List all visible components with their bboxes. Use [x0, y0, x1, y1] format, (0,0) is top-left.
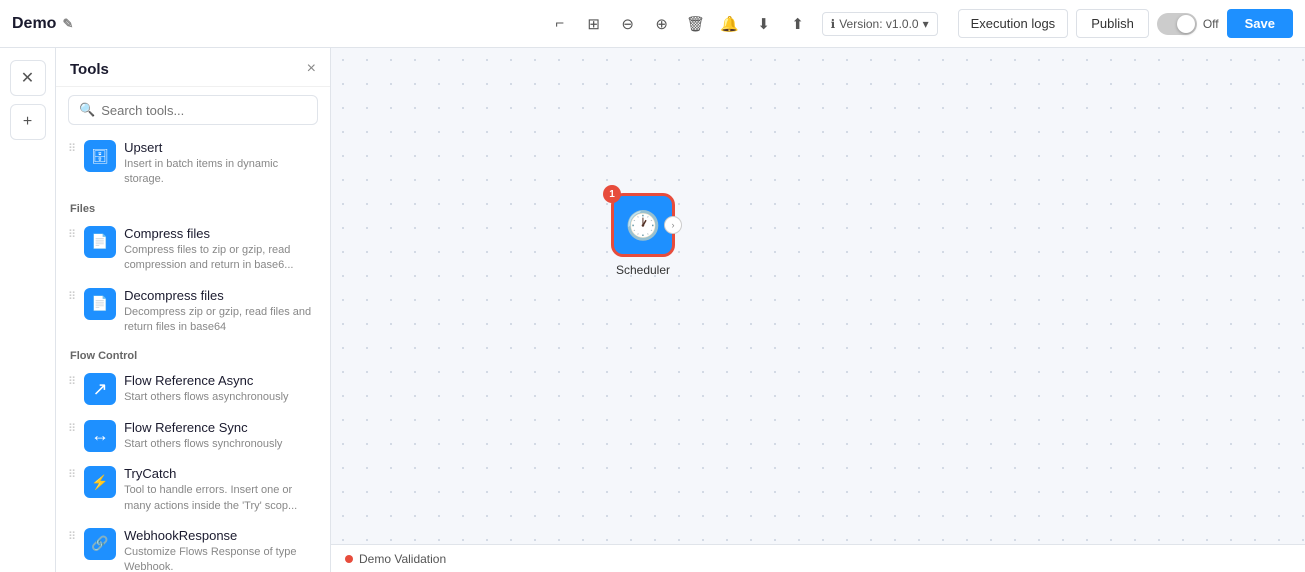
tool-name: Decompress files [124, 288, 318, 303]
tool-icon: ↔ [84, 420, 116, 452]
drag-handle-icon: ⠿ [68, 140, 76, 155]
tool-icon: ⚡ [84, 466, 116, 498]
list-item[interactable]: ⠿ ↗ Flow Reference Async Start others fl… [56, 366, 330, 412]
drag-handle-icon: ⠿ [68, 373, 76, 388]
version-badge[interactable]: ℹ Version: v1.0.0 ▾ [822, 12, 938, 36]
drag-handle-icon: ⠿ [68, 288, 76, 303]
flow-icon-btn[interactable]: ⌐ [544, 8, 576, 40]
tool-description: Customize Flows Response of type Webhook… [124, 545, 318, 572]
toggle-switch[interactable] [1157, 13, 1197, 35]
list-item[interactable]: ⠿ ⚡ TryCatch Tool to handle errors. Inse… [56, 459, 330, 521]
toggle-label: Off [1203, 17, 1219, 31]
node-output-connector[interactable]: › [664, 216, 682, 234]
validation-error-dot [345, 555, 353, 563]
tools-search-input[interactable] [101, 103, 307, 118]
tool-name: WebhookResponse [124, 528, 318, 543]
bell-icon-btn[interactable]: 🔔 [714, 8, 746, 40]
tools-search-bar: 🔍 [68, 95, 318, 125]
save-button[interactable]: Save [1227, 9, 1293, 38]
tools-header: Tools × [56, 48, 330, 87]
search-icon: 🔍 [79, 102, 95, 118]
node-error-badge: 1 [603, 185, 621, 203]
topbar-right: Execution logs Publish Off Save [958, 9, 1293, 38]
topbar: Demo ✎ ⌐ ⊞ ⊖ ⊕ 🗑 🔔 ⬇ ⬆ ℹ Version: v1.0.0… [0, 0, 1305, 48]
validation-label: Demo Validation [359, 552, 446, 566]
tool-icon: 📄 [84, 288, 116, 320]
drag-handle-icon: ⠿ [68, 420, 76, 435]
list-item[interactable]: ⠿ 📄 Decompress files Decompress zip or g… [56, 281, 330, 343]
tool-name: Flow Reference Sync [124, 420, 318, 435]
tool-description: Start others flows asynchronously [124, 390, 318, 405]
section-header-flow-control: Flow Control [56, 342, 330, 366]
tool-description: Decompress zip or gzip, read files and r… [124, 305, 318, 336]
list-item[interactable]: ⠿ 🗄 Upsert Insert in batch items in dyna… [56, 133, 330, 195]
tools-title: Tools [70, 61, 109, 78]
tool-name: Flow Reference Async [124, 373, 318, 388]
clock-icon: 🕐 [626, 209, 661, 242]
download-icon-btn[interactable]: ⬇ [748, 8, 780, 40]
tool-description: Insert in batch items in dynamic storage… [124, 157, 318, 188]
toggle-wrapper: Off [1157, 13, 1219, 35]
canvas-area[interactable]: 1 🕐 › Scheduler Demo Validation [331, 48, 1305, 572]
tool-name: Upsert [124, 140, 318, 155]
drag-handle-icon: ⠿ [68, 226, 76, 241]
drag-handle-icon: ⠿ [68, 466, 76, 481]
tool-icon: 🔗 [84, 528, 116, 560]
tool-description: Compress files to zip or gzip, read comp… [124, 243, 318, 274]
tool-icon: 🗄 [84, 140, 116, 172]
zoom-in-icon-btn[interactable]: ⊕ [646, 8, 678, 40]
list-item[interactable]: ⠿ 🔗 WebhookResponse Customize Flows Resp… [56, 521, 330, 572]
list-item[interactable]: ⠿ 📄 Compress files Compress files to zip… [56, 219, 330, 281]
chevron-down-icon: ▾ [923, 17, 929, 31]
node-label: Scheduler [616, 263, 670, 277]
tools-panel-toggle[interactable]: ✕ [10, 60, 46, 96]
node-box[interactable]: 🕐 › [611, 193, 675, 257]
info-icon: ℹ [831, 17, 836, 31]
delete-icon-btn[interactable]: 🗑 [680, 8, 712, 40]
add-node-button[interactable]: + [10, 104, 46, 140]
tool-description: Tool to handle errors. Insert one or man… [124, 483, 318, 514]
section-header-files: Files [56, 195, 330, 219]
version-text: Version: v1.0.0 [839, 17, 918, 31]
tool-description: Start others flows synchronously [124, 437, 318, 452]
bottom-validation-bar: Demo Validation [331, 544, 1305, 572]
execution-logs-button[interactable]: Execution logs [958, 9, 1069, 38]
tools-list: ⠿ 🗄 Upsert Insert in batch items in dyna… [56, 133, 330, 572]
tools-panel: Tools × 🔍 ⠿ 🗄 Upsert Insert in batch ite… [56, 48, 331, 572]
nodes-icon-btn[interactable]: ⊞ [578, 8, 610, 40]
zoom-out-icon-btn[interactable]: ⊖ [612, 8, 644, 40]
tools-close-button[interactable]: × [307, 60, 316, 78]
drag-handle-icon: ⠿ [68, 528, 76, 543]
toggle-knob [1177, 15, 1195, 33]
tool-name: TryCatch [124, 466, 318, 481]
app-title: Demo ✎ [12, 15, 73, 33]
left-sidebar-strip: ✕ + [0, 48, 56, 572]
list-item[interactable]: ⠿ ↔ Flow Reference Sync Start others flo… [56, 413, 330, 459]
scheduler-node[interactable]: 1 🕐 › Scheduler [611, 193, 675, 277]
title-text: Demo [12, 15, 56, 33]
tool-name: Compress files [124, 226, 318, 241]
main-content: ✕ + Tools × 🔍 ⠿ 🗄 Upsert Insert in batch… [0, 48, 1305, 572]
edit-title-icon[interactable]: ✎ [62, 16, 73, 32]
export-icon-btn[interactable]: ⬆ [782, 8, 814, 40]
toolbar-icons: ⌐ ⊞ ⊖ ⊕ 🗑 🔔 ⬇ ⬆ [544, 8, 814, 40]
tool-icon: ↗ [84, 373, 116, 405]
tool-icon: 📄 [84, 226, 116, 258]
publish-button[interactable]: Publish [1076, 9, 1149, 38]
